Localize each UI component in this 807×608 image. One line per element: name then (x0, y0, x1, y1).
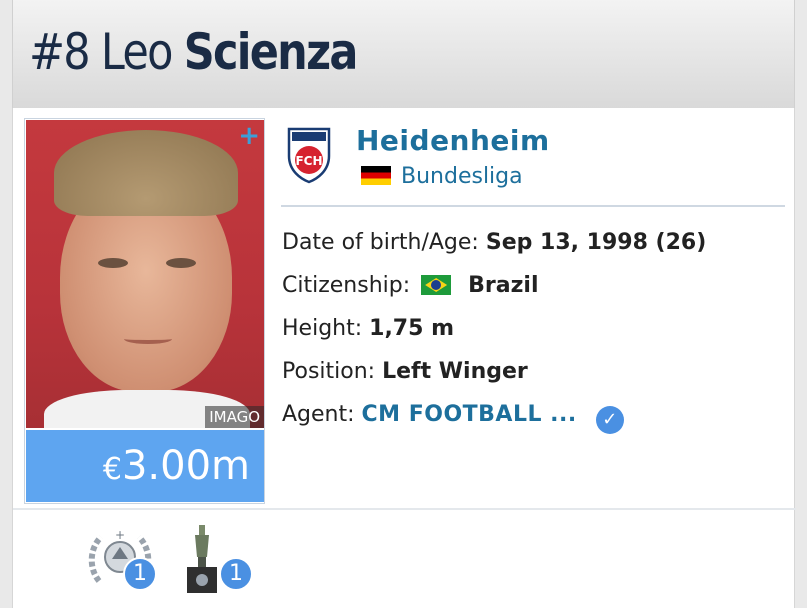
svg-text:+: + (115, 528, 125, 542)
germany-flag-icon (361, 166, 391, 185)
shirt-number: #8 (29, 23, 91, 81)
brazil-flag-icon (421, 275, 452, 295)
dob-value: Sep 13, 1998 (26) (485, 230, 707, 255)
section-divider (13, 508, 796, 510)
last-name: Scienza (183, 23, 359, 81)
height-row: Height: 1,75 m (282, 316, 454, 341)
height-label: Height: (282, 316, 363, 341)
agent-label: Agent: (282, 402, 355, 427)
divider (281, 205, 785, 207)
height-value: 1,75 m (369, 316, 455, 341)
svg-text:FCH: FCH (295, 154, 322, 168)
player-photo[interactable]: + IMAGO (26, 120, 264, 428)
club-name-link[interactable]: Heidenheim (356, 124, 550, 157)
trophy-count-badge: 1 (123, 557, 157, 591)
position-label: Position: (282, 359, 376, 384)
page-title: #8 Leo Scienza (29, 22, 359, 82)
currency-symbol: € (102, 452, 122, 487)
add-plus-icon[interactable]: + (238, 123, 260, 149)
league-name: Bundesliga (401, 164, 523, 189)
position-row: Position: Left Winger (282, 359, 528, 384)
photo-credit: IMAGO (205, 406, 264, 428)
agent-row: Agent: CM FOOTBALL ... ✓ (282, 402, 624, 434)
position-value: Left Winger (382, 359, 528, 384)
citizenship-value: Brazil (468, 273, 539, 298)
dob-row: Date of birth/Age: Sep 13, 1998 (26) (282, 230, 706, 255)
trophy-item[interactable]: 1 (183, 523, 255, 595)
league-link[interactable]: Bundesliga (361, 164, 523, 189)
verified-check-icon: ✓ (595, 406, 624, 434)
trophy-item[interactable]: + 1 (85, 523, 157, 593)
agent-link[interactable]: CM FOOTBALL ... (362, 402, 577, 427)
club-logo-icon[interactable]: FCH (286, 126, 332, 184)
player-profile-card: + IMAGO €3.00m FCH Heidenheim Bundesliga… (12, 108, 796, 608)
citizenship-row: Citizenship: Brazil (282, 273, 539, 298)
trophy-count-badge: 1 (219, 557, 253, 591)
market-value[interactable]: €3.00m (26, 430, 264, 502)
dob-label: Date of birth/Age: (282, 230, 479, 255)
first-name: Leo (100, 23, 174, 81)
market-value-amount: 3.00m (121, 443, 250, 489)
player-header: #8 Leo Scienza (12, 0, 795, 108)
player-photo-box: + IMAGO €3.00m (24, 118, 265, 504)
citizenship-label: Citizenship: (282, 273, 411, 298)
